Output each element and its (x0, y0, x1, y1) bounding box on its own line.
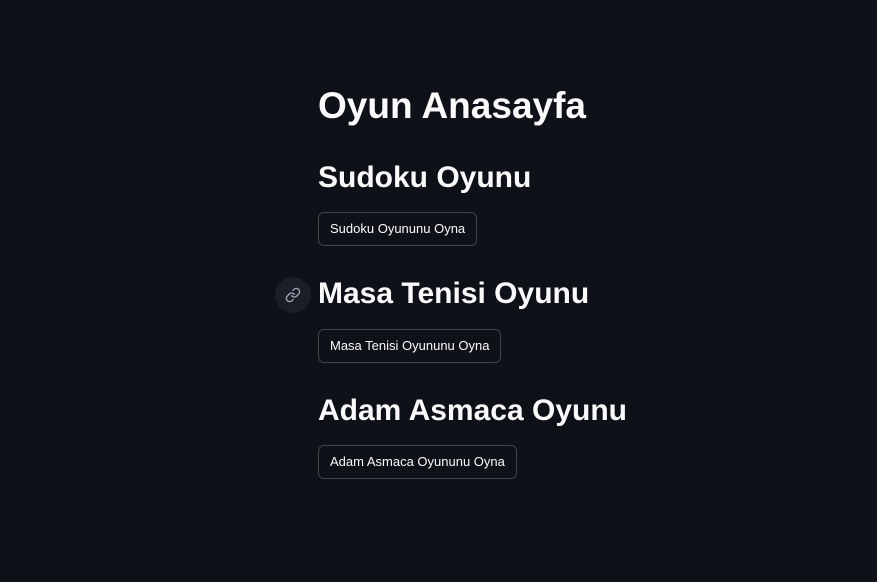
heading-anchor-link[interactable] (275, 277, 311, 313)
play-sudoku-button[interactable]: Sudoku Oyununu Oyna (318, 212, 478, 246)
link-icon (285, 287, 301, 303)
play-hangman-button[interactable]: Adam Asmaca Oyununu Oyna (318, 445, 517, 479)
table-tennis-heading: Masa Tenisi Oyunu (318, 277, 590, 310)
play-table-tennis-button[interactable]: Masa Tenisi Oyununu Oyna (318, 329, 502, 363)
hangman-heading: Adam Asmaca Oyunu (318, 394, 627, 427)
sudoku-heading: Sudoku Oyunu (318, 161, 532, 194)
page-title: Oyun Anasayfa (318, 85, 586, 126)
